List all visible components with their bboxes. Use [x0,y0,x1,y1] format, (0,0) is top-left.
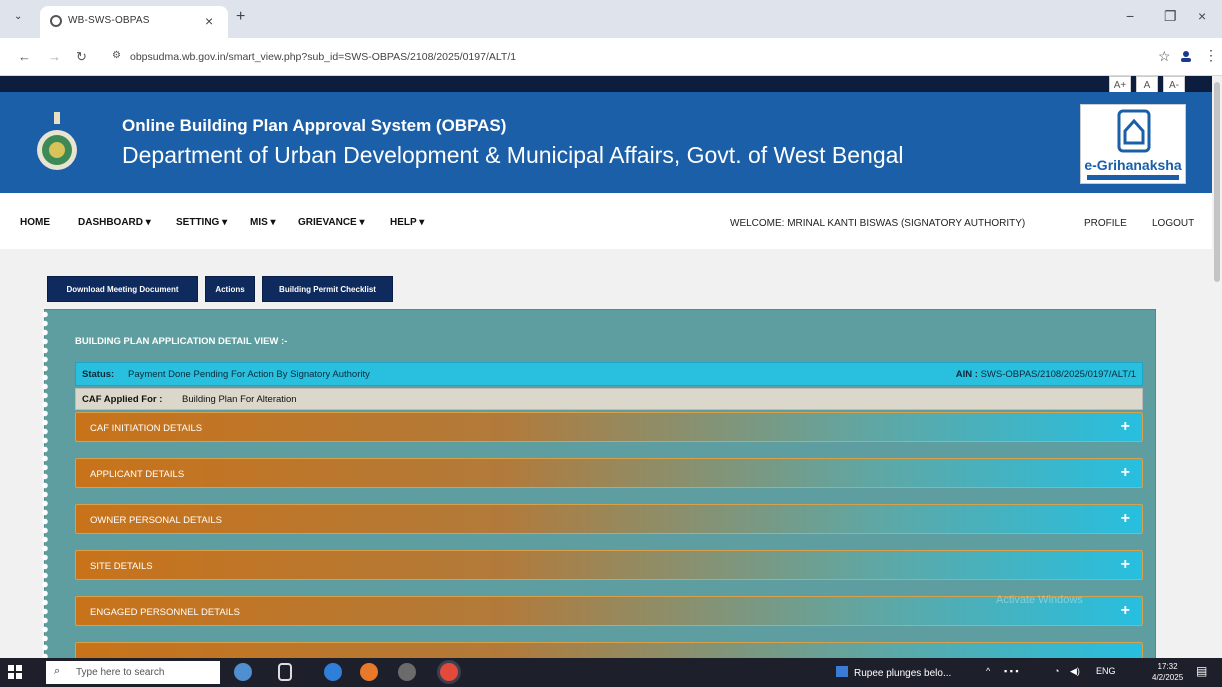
accordion-engaged-personnel-details[interactable]: ENGAGED PERSONNEL DETAILS + [75,596,1143,626]
bookmark-star-icon[interactable]: ☆ [1158,48,1171,65]
logo-text: e-Grihanaksha [1084,157,1182,173]
site-info-icon[interactable]: ⚙ [112,50,121,61]
news-icon [836,666,848,677]
browser-menu-icon[interactable]: ⋮ [1204,47,1218,64]
accordion-label: ENGAGED PERSONNEL DETAILS [90,607,240,618]
accordion-applicant-details[interactable]: APPLICANT DETAILS + [75,458,1143,488]
menu-setting[interactable]: SETTING ▾ [176,217,227,228]
accordion-site-details[interactable]: SITE DETAILS + [75,550,1143,580]
welcome-text: WELCOME: MRINAL KANTI BISWAS (SIGNATORY … [730,218,1026,229]
tray-overflow-icon[interactable]: ^ [986,666,990,676]
house-logo-icon [1117,109,1151,153]
clock-time: 17:32 [1157,662,1178,671]
clock-date: 4/2/2025 [1152,673,1184,682]
reload-icon[interactable]: ↻ [76,49,87,65]
menu-help[interactable]: HELP ▾ [390,217,424,228]
top-strip [0,76,1212,92]
window-close-icon[interactable]: × [1198,8,1206,24]
building-permit-checklist-button[interactable]: Building Permit Checklist [262,276,393,302]
activate-windows-watermark: Activate Windows [996,594,1083,606]
accordion-label: OWNER PERSONAL DETAILS [90,515,222,526]
firefox-icon[interactable] [360,663,378,681]
windows-start-icon[interactable] [8,665,22,679]
expand-plus-icon[interactable]: + [1121,464,1130,482]
download-meeting-document-button[interactable]: Download Meeting Document [47,276,198,302]
main-menu: HOME DASHBOARD ▾ SETTING ▾ MIS ▾ GRIEVAN… [0,193,1212,249]
logo-tagline-bar [1087,175,1179,180]
tab-title: WB-SWS-OBPAS [68,15,150,26]
scrollbar-thumb[interactable] [1214,82,1220,282]
tab-search-chevron-icon[interactable]: ⌄ [14,11,22,22]
e-grihanaksha-logo: e-Grihanaksha [1080,104,1186,184]
caf-applied-row: CAF Applied For : Building Plan For Alte… [75,388,1143,410]
application-detail-panel: BUILDING PLAN APPLICATION DETAIL VIEW :-… [41,309,1156,658]
accordion-next-section[interactable] [75,642,1143,658]
new-tab-icon[interactable]: + [236,8,245,26]
caf-label: CAF Applied For : [82,394,163,405]
expand-plus-icon[interactable]: + [1121,418,1130,436]
address-bar: ← → ↻ ⚙ obpsudma.wb.gov.in/smart_view.ph… [0,38,1222,76]
accordion-label: SITE DETAILS [90,561,153,572]
close-tab-icon[interactable]: × [205,13,213,29]
page-scrollbar[interactable] [1212,76,1222,658]
logout-link[interactable]: LOGOUT [1152,218,1194,229]
edge-icon[interactable] [324,663,342,681]
forward-icon[interactable]: → [48,49,61,64]
accordion-label: CAF INITIATION DETAILS [90,423,203,434]
network-icon[interactable]: ◔ [1054,666,1059,676]
globe-icon [50,15,62,27]
ain-value: SWS-OBPAS/2108/2025/0197/ALT/1 [980,369,1136,380]
notification-icon[interactable]: ▤ [1196,664,1207,678]
news-text: Rupee plunges belo... [854,668,952,679]
menu-mis[interactable]: MIS ▾ [250,217,276,228]
accordion-caf-initiation[interactable]: CAF INITIATION DETAILS + [75,412,1143,442]
panel-title: BUILDING PLAN APPLICATION DETAIL VIEW :- [75,336,288,347]
accordion-label: APPLICANT DETAILS [90,469,185,480]
expand-plus-icon[interactable]: + [1121,510,1130,528]
menu-dashboard[interactable]: DASHBOARD ▾ [78,217,151,228]
status-value: Payment Done Pending For Action By Signa… [128,369,370,380]
ain: AIN : SWS-OBPAS/2108/2025/0197/ALT/1 [956,369,1136,380]
taskbar-search-input[interactable]: ⌕ Type here to search [46,661,220,684]
header-title: Online Building Plan Approval System (OB… [122,116,507,135]
browser-tab-bar: ⌄ WB-SWS-OBPAS × + − ❐ × [0,0,1222,38]
binder-dots [41,310,49,658]
ain-label: AIN : [955,369,978,380]
tray-app-icons[interactable]: ▪ ▪ ▪ [1004,666,1019,676]
chrome-icon[interactable] [440,663,458,681]
status-row: Status: Payment Done Pending For Action … [75,362,1143,386]
url-field[interactable]: ⚙ obpsudma.wb.gov.in/smart_view.php?sub_… [104,45,1124,69]
site-header: Online Building Plan Approval System (OB… [0,92,1212,193]
caf-value: Building Plan For Alteration [182,394,297,405]
windows-taskbar: ⌕ Type here to search Rupee plunges belo… [0,658,1222,687]
profile-icon[interactable] [1180,50,1192,62]
page-viewport: A+ A A- Online Building Plan Approval Sy… [0,76,1212,658]
restore-icon[interactable]: ❐ [1164,8,1177,25]
language-indicator[interactable]: ENG [1096,666,1116,676]
accordion-owner-personal-details[interactable]: OWNER PERSONAL DETAILS + [75,504,1143,534]
actions-button[interactable]: Actions [205,276,255,302]
app-icon[interactable] [398,663,416,681]
url-text: obpsudma.wb.gov.in/smart_view.php?sub_id… [130,51,517,63]
expand-plus-icon[interactable]: + [1121,556,1130,574]
browser-tab[interactable]: WB-SWS-OBPAS × [40,6,228,38]
profile-link[interactable]: PROFILE [1084,218,1127,229]
task-view-icon[interactable] [278,663,292,681]
volume-icon[interactable]: ◀) [1070,666,1080,677]
weather-widget-icon[interactable] [234,663,252,681]
taskbar-clock[interactable]: 17:32 4/2/2025 [1152,661,1183,683]
back-icon[interactable]: ← [18,49,31,64]
menu-home[interactable]: HOME [20,217,50,228]
header-subtitle: Department of Urban Development & Munici… [122,142,904,168]
news-ticker[interactable]: Rupee plunges belo... [836,666,951,679]
expand-plus-icon[interactable]: + [1121,602,1130,620]
search-placeholder: Type here to search [76,667,165,678]
menu-grievance[interactable]: GRIEVANCE ▾ [298,217,365,228]
status-label: Status: [82,369,115,380]
search-icon: ⌕ [54,665,61,677]
west-bengal-emblem-icon [37,112,77,170]
minimize-icon[interactable]: − [1126,8,1134,24]
